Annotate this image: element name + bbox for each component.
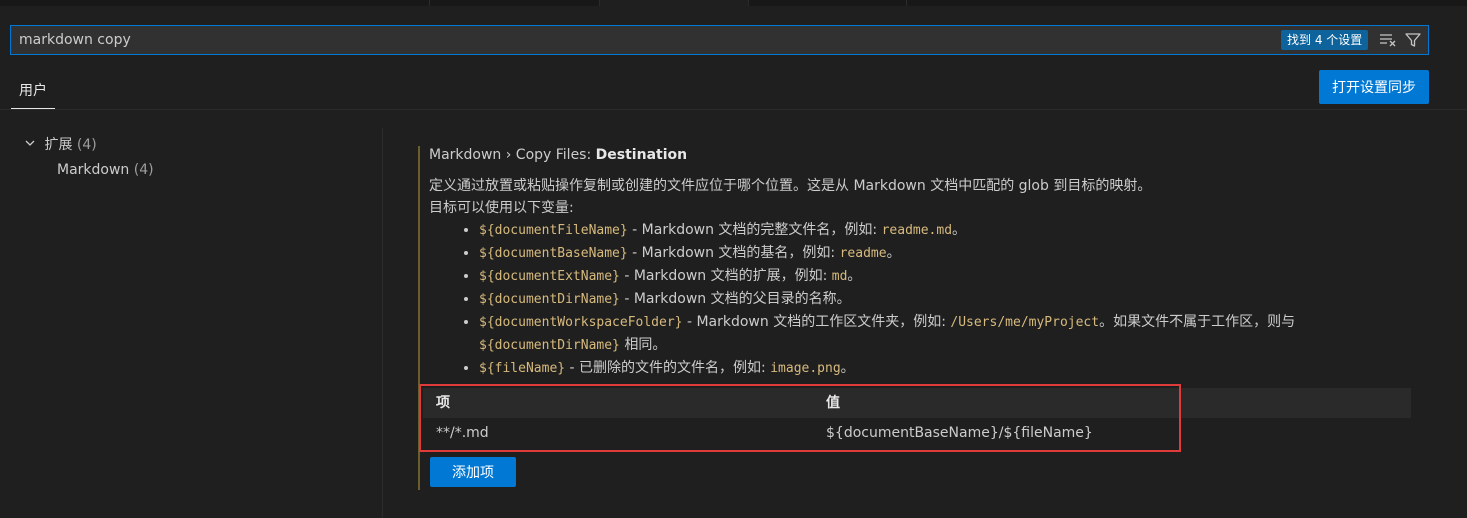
settings-search-input[interactable] [11,26,1271,54]
toc-item-label: Markdown [57,162,130,178]
list-item: ${documentFileName} - Markdown 文档的完整文件名，… [479,219,1414,242]
setting-title: Markdown › Copy Files: Destination [429,147,688,163]
example-value: /Users/me/myProject [950,315,1100,330]
editor-tab[interactable] [749,0,907,6]
row-value: ${documentBaseName}/${fileName} [826,425,1093,441]
settings-toc: 扩展 (4) Markdown (4) [0,128,382,518]
toc-item-markdown[interactable]: Markdown (4) [57,162,154,178]
example-value: readme.md [881,223,953,238]
toc-item-count: (4) [133,162,154,178]
toc-divider [382,128,383,518]
setting-description: 定义通过放置或粘贴操作复制或创建的文件应位于哪个位置。这是从 Markdown … [429,175,1414,380]
open-settings-sync-button[interactable]: 打开设置同步 [1319,70,1429,104]
header-key: 项 [436,395,450,411]
filter-icon[interactable] [1403,30,1423,50]
editor-tab[interactable] [0,0,430,6]
search-results-count: 找到 4 个设置 [1281,30,1369,50]
variable-name: ${documentDirName} [479,292,620,307]
description-line: 定义通过放置或粘贴操作复制或创建的文件应位于哪个位置。这是从 Markdown … [429,178,1152,194]
variable-name: ${fileName} [479,361,566,376]
toc-item-label: 扩展 [44,137,73,153]
variable-name: ${documentWorkspaceFolder} [479,315,683,330]
list-item: ${documentBaseName} - Markdown 文档的基名，例如:… [479,242,1414,265]
table-header: 项 值 [423,388,1411,418]
clear-filter-icon[interactable] [1378,30,1398,50]
example-value: readme [839,246,887,261]
key-value-table: 项 值 **/*.md ${documentBaseName}/${fileNa… [423,388,1411,448]
modified-indicator [418,146,420,490]
example-value: md [831,269,848,284]
settings-scope-tabs: 用户 打开设置同步 [0,60,1467,110]
tab-user[interactable]: 用户 [11,78,55,109]
editor-tab-active[interactable] [600,0,749,6]
description-line: 目标可以使用以下变量: [429,200,574,216]
toc-item-count: (4) [76,137,97,153]
editor-tab[interactable] [430,0,600,6]
add-item-button[interactable]: 添加项 [430,457,516,487]
variable-name: ${documentDirName} [479,338,620,353]
editor-tab-strip [0,0,1467,6]
variable-name: ${documentExtName} [479,269,620,284]
table-row[interactable]: **/*.md ${documentBaseName}/${fileName} [423,418,1411,448]
chevron-down-icon [24,137,40,153]
list-item: ${fileName} - 已删除的文件的文件名，例如: image.png。 [479,357,1414,380]
header-value: 值 [826,395,840,411]
list-item: ${documentWorkspaceFolder} - Markdown 文档… [479,311,1414,357]
variable-name: ${documentBaseName} [479,246,628,261]
variable-list: ${documentFileName} - Markdown 文档的完整文件名，… [429,219,1414,380]
row-key: **/*.md [436,425,489,441]
variable-name: ${documentFileName} [479,223,628,238]
example-value: image.png [770,361,841,376]
settings-search-box: 找到 4 个设置 [10,25,1429,55]
list-item: ${documentExtName} - Markdown 文档的扩展，例如: … [479,265,1414,288]
toc-item-extensions[interactable]: 扩展 (4) [24,134,97,154]
list-item: ${documentDirName} - Markdown 文档的父目录的名称。 [479,288,1414,311]
